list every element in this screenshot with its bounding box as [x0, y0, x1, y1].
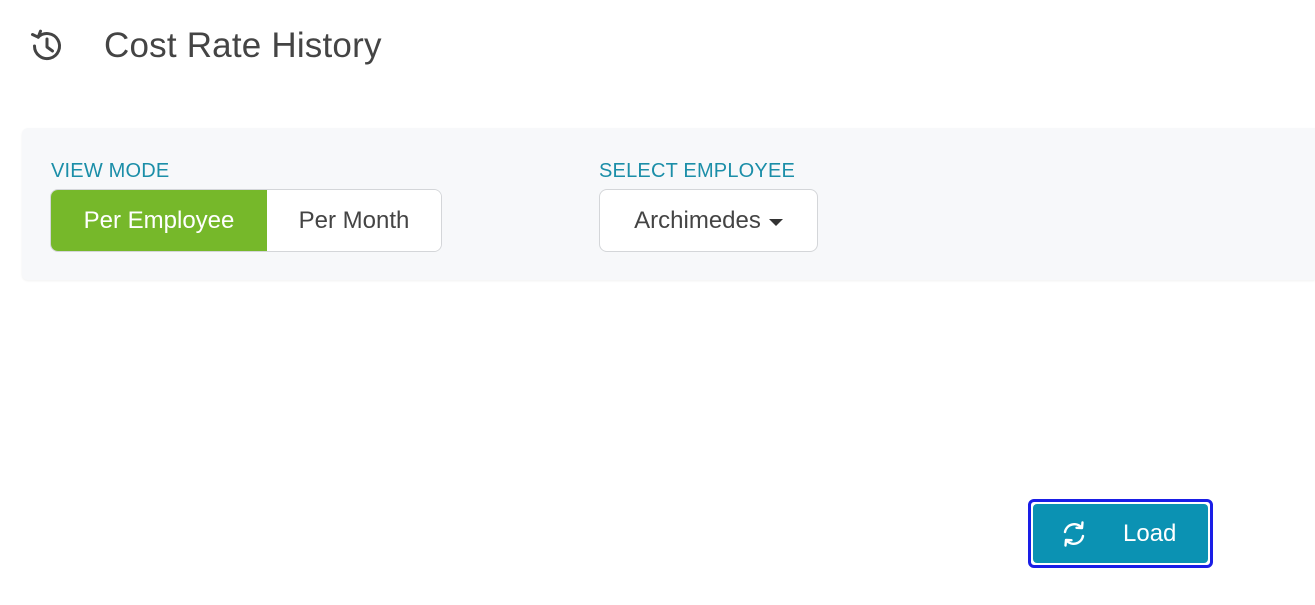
- view-mode-label: VIEW MODE: [51, 160, 170, 182]
- employee-dropdown-value: Archimedes: [634, 206, 761, 234]
- employee-dropdown[interactable]: Archimedes: [599, 189, 818, 252]
- load-button-focus-ring: Load: [1028, 499, 1213, 568]
- select-employee-label: SELECT EMPLOYEE: [599, 160, 796, 182]
- cost-rate-history-page: Cost Rate History VIEW MODE Per Employee…: [0, 0, 1315, 605]
- history-icon: [26, 26, 66, 66]
- load-button-label: Load: [1123, 519, 1177, 547]
- caret-down-icon: [768, 218, 783, 226]
- load-button[interactable]: Load: [1033, 504, 1208, 563]
- view-mode-toggle: Per Employee Per Month: [50, 189, 442, 252]
- refresh-icon: [1059, 519, 1089, 549]
- filter-panel: VIEW MODE Per Employee Per Month SELECT …: [22, 128, 1315, 280]
- page-header: Cost Rate History: [26, 24, 382, 68]
- per-month-option[interactable]: Per Month: [267, 190, 441, 251]
- per-employee-option[interactable]: Per Employee: [51, 190, 267, 251]
- page-title: Cost Rate History: [104, 26, 382, 65]
